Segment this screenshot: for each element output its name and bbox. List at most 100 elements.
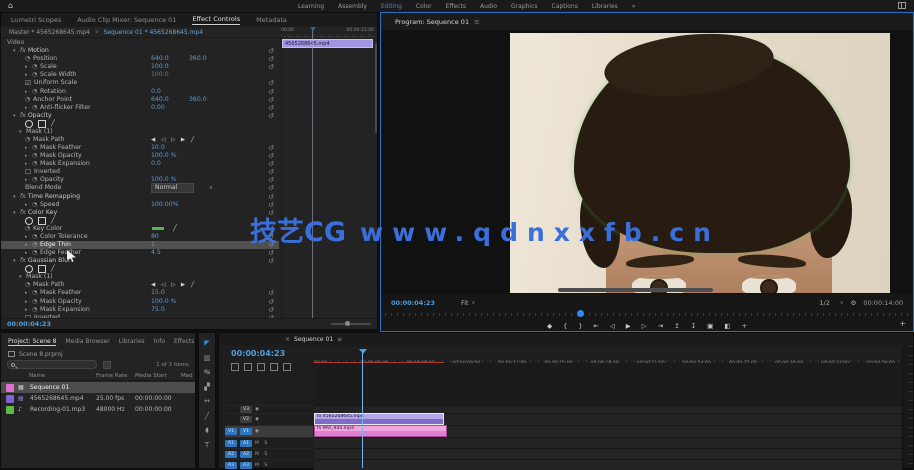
step-back-button[interactable]: ◁	[610, 321, 615, 331]
ec-row[interactable]: ▸ ◔ ╱ Rotation 0.0 ↺	[1, 87, 279, 95]
ec-row[interactable]: ╱	[1, 217, 279, 225]
reset-icon[interactable]: ↺	[268, 257, 274, 265]
settings-wrench-icon[interactable]: ⚙	[851, 299, 857, 307]
expand-arrow-icon[interactable]: ▸	[25, 233, 32, 241]
go-to-in-button[interactable]: ⇤	[593, 321, 598, 331]
source-patch[interactable]: A1	[225, 440, 237, 447]
ec-clip-bar[interactable]: 4565268645.mp4	[282, 39, 373, 48]
stopwatch-icon[interactable]: ◔	[25, 281, 33, 289]
add-button[interactable]: +	[899, 319, 906, 328]
stopwatch-icon[interactable]: ◔	[25, 225, 33, 233]
insert-overwrite-icon[interactable]	[231, 363, 239, 371]
ec-row[interactable]: ▾ ╱ Mask (1)	[1, 128, 279, 136]
ec-row[interactable]: ▸ ◔ ╱ Speed 100.00% ↺	[1, 201, 279, 209]
key-color-swatch[interactable]	[151, 226, 165, 231]
timeline-settings-icon[interactable]	[283, 363, 291, 371]
property-value[interactable]: 0.0	[151, 88, 161, 96]
track-header[interactable]: V2 ◉	[225, 413, 313, 425]
razor-tool[interactable]: ▞	[204, 383, 209, 392]
expand-arrow-icon[interactable]: ▾	[13, 112, 20, 120]
ripple-edit-tool[interactable]: ↹	[204, 368, 210, 377]
property-value[interactable]: 10.0	[151, 144, 165, 152]
reset-icon[interactable]: ↺	[268, 63, 274, 71]
workspace-item[interactable]: Audio	[480, 3, 497, 10]
ec-row[interactable]: ▸ ◔ ╱ Scale Width 100.0	[1, 71, 279, 79]
stopwatch-icon[interactable]: ◔	[32, 71, 40, 79]
rect-mask-icon[interactable]	[38, 120, 46, 128]
property-value[interactable]: 0.0	[151, 160, 161, 168]
column-frame-rate[interactable]: Frame Rate	[96, 373, 128, 379]
expand-arrow-icon[interactable]: ▸	[25, 144, 32, 152]
track-lane-a1[interactable]	[314, 437, 902, 448]
ec-row[interactable]: ◔ ╱ Mask Path ◀ ◁ ▷ ▶ ╱	[1, 281, 279, 289]
ec-row[interactable]: ▸ ◔ ╱ Edge Thin 1 ↺	[1, 241, 279, 249]
reset-icon[interactable]: ↺	[268, 176, 274, 184]
item-name[interactable]: Recording-01.mp3	[30, 406, 85, 413]
reset-icon[interactable]: ↺	[268, 112, 274, 120]
mark-in-button[interactable]: {	[563, 321, 567, 331]
reset-icon[interactable]: ↺	[268, 152, 274, 160]
track-target-button[interactable]: A1	[240, 440, 252, 447]
ec-row[interactable]: ▸ ◔ ╱ Mask Feather 15.0 ↺	[1, 289, 279, 297]
scrollbar[interactable]	[375, 43, 377, 133]
stopwatch-icon[interactable]: ◔	[32, 160, 40, 168]
ec-row[interactable]: ▸ ◔ ╱ Color Tolerance 80 ↺	[1, 233, 279, 241]
stopwatch-icon[interactable]: ◔	[32, 152, 40, 160]
property-value[interactable]: 4.5	[151, 249, 161, 257]
workspace-item[interactable]: Captions	[552, 3, 578, 10]
expand-arrow-icon[interactable]: ▸	[25, 152, 32, 160]
program-video-area[interactable]	[382, 30, 912, 294]
property-value[interactable]: 15.0	[151, 289, 165, 297]
track-lane-a3[interactable]	[314, 459, 902, 470]
stopwatch-icon[interactable]: ◔	[32, 298, 40, 306]
time-ruler[interactable]: 00:00 00:00:03:00 00:00:06:00 00:00:09:0…	[314, 349, 902, 363]
chevron-down-icon[interactable]: ∨	[95, 29, 99, 35]
ec-row[interactable]: ▸ ◔ ╱ Mask Opacity 100.0 % ↺	[1, 152, 279, 160]
property-value[interactable]: 100.00%	[151, 201, 179, 209]
track-toggle-buttons[interactable]: ◉	[255, 429, 261, 434]
expand-arrow-icon[interactable]: ▾	[19, 128, 26, 136]
track-header[interactable]: A1 A1 M S	[225, 437, 313, 448]
reset-icon[interactable]: ↺	[268, 306, 274, 314]
workspace-item[interactable]: Libraries	[592, 3, 618, 10]
workspace-item[interactable]: Effects	[446, 3, 466, 10]
panel-tab[interactable]: Effects	[174, 338, 194, 345]
ec-row[interactable]: ╱ Blend Mode ∨ Normal ↺	[1, 184, 279, 192]
mask-path-track-buttons[interactable]: ◀ ◁ ▷ ▶ ╱	[151, 136, 196, 144]
track-toggle-buttons[interactable]: M S	[255, 441, 269, 446]
slip-tool[interactable]: ↔	[204, 397, 210, 406]
go-to-out-button[interactable]: ⇥	[658, 321, 663, 331]
track-toggle-buttons[interactable]: M S	[255, 463, 269, 468]
stopwatch-icon[interactable]: ◔	[32, 289, 40, 297]
ec-row[interactable]: ▸ ◔ ╱ Mask Opacity 100.0 % ↺	[1, 298, 279, 306]
expand-arrow-icon[interactable]: ▸	[25, 176, 32, 184]
track-target-button[interactable]: V2	[240, 416, 252, 423]
close-icon[interactable]: ×	[285, 336, 290, 343]
track-target-button[interactable]: A3	[240, 462, 252, 469]
expand-arrow-icon[interactable]: ▸	[25, 298, 32, 306]
panel-grid-icon[interactable]	[898, 2, 906, 9]
playback-resolution-select[interactable]: 1/2	[819, 299, 829, 307]
program-timecode[interactable]: 00:00:04:23	[391, 299, 435, 307]
property-value-2[interactable]: 360.0	[189, 55, 207, 63]
project-item-row[interactable]: ▤ 4565268645.mp4 25.00 fps 00:00:00:00	[1, 393, 195, 404]
type-tool[interactable]: T	[205, 441, 209, 450]
lift-button[interactable]: ↥	[674, 321, 679, 331]
checkbox[interactable]: ☑	[25, 79, 34, 87]
panel-menu-icon[interactable]: ≡	[337, 336, 342, 343]
panel-tab[interactable]: Audio Clip Mixer: Sequence 01	[77, 16, 176, 24]
stopwatch-icon[interactable]: ◔	[32, 104, 40, 112]
reset-icon[interactable]: ↺	[268, 168, 274, 176]
extract-button[interactable]: ↧	[691, 321, 696, 331]
ec-row[interactable]: ◔ ╱ Mask Path ◀ ◁ ▷ ▶ ╱	[1, 136, 279, 144]
pen-mask-icon[interactable]: ╱	[51, 265, 55, 273]
rect-mask-icon[interactable]	[38, 217, 46, 225]
track-header[interactable]: A3 A3 M S	[225, 459, 313, 470]
reset-icon[interactable]: ↺	[268, 184, 274, 192]
stopwatch-icon[interactable]: ◔	[32, 249, 40, 257]
expand-arrow-icon[interactable]: ▸	[25, 201, 32, 209]
ec-row[interactable]: ▸ ◔ ╱ Mask Expansion 0.0 ↺	[1, 160, 279, 168]
workspace-item[interactable]: »	[632, 3, 636, 10]
stopwatch-icon[interactable]: ◔	[25, 55, 33, 63]
program-tab[interactable]: Program: Sequence 01	[395, 18, 469, 26]
